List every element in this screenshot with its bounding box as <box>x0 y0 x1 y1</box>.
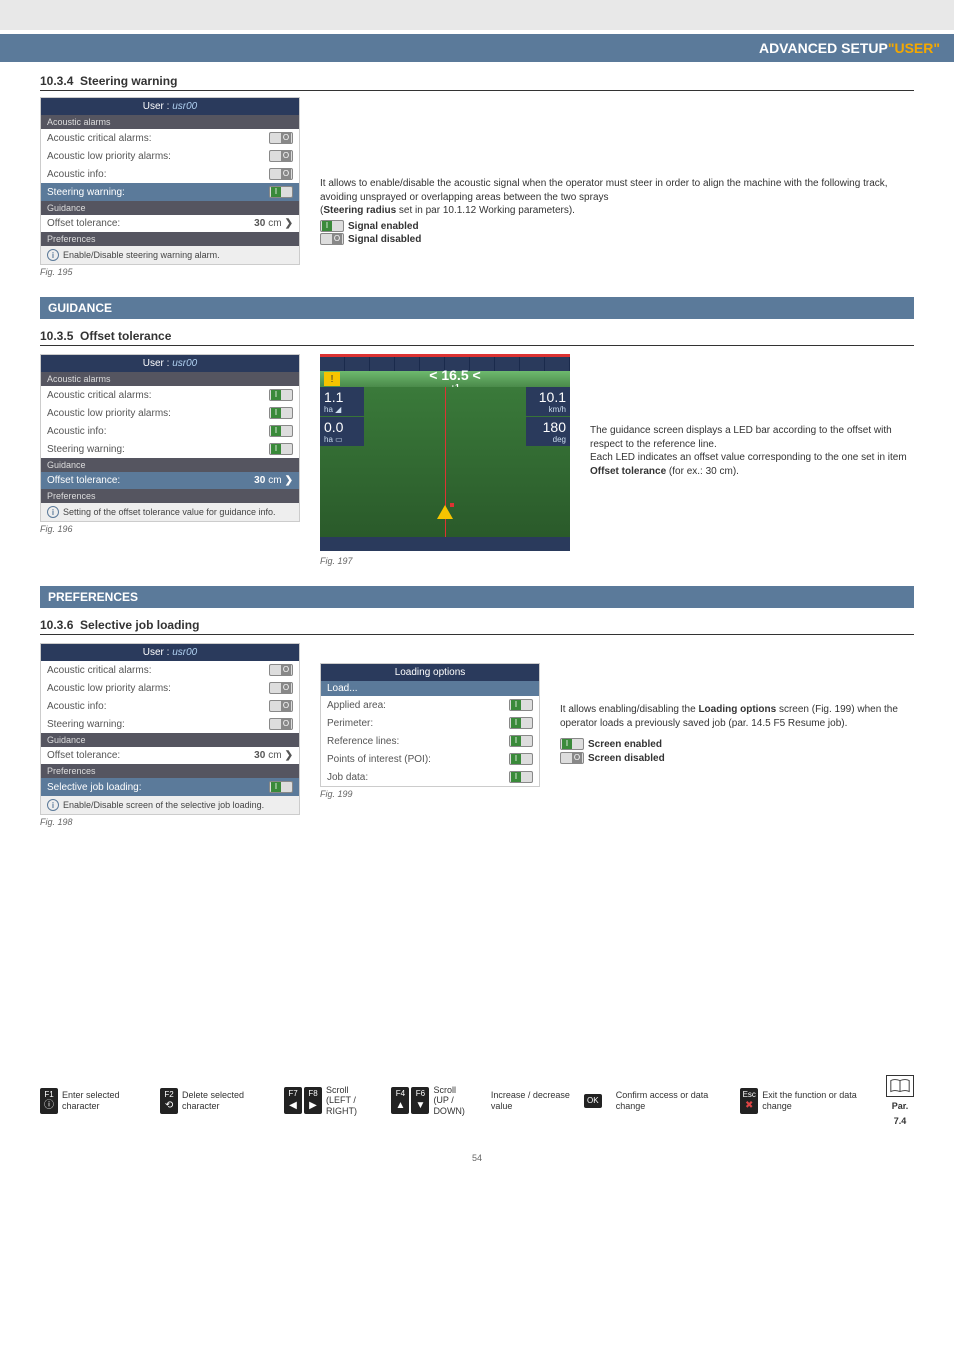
fig-195: Fig. 195 <box>40 267 300 277</box>
section-1034-title: 10.3.4 Steering warning <box>40 74 914 91</box>
header-user: "USER" <box>888 40 940 56</box>
text-1036: It allows enabling/disabling the Loading… <box>560 703 914 765</box>
key-f1: F1ⓘ Enter selected character <box>40 1088 146 1115</box>
toggle-icon <box>269 132 293 144</box>
tractor-icon <box>437 505 453 519</box>
fig-196: Fig. 196 <box>40 524 300 534</box>
page-number: 54 <box>0 1153 954 1163</box>
key-ok-confirm: Confirm access or data change <box>616 1090 726 1112</box>
guidance-band: GUIDANCE <box>40 297 914 319</box>
info-icon: ⓘ <box>44 1100 54 1112</box>
arrow-right-icon: ▶ <box>309 1100 317 1112</box>
arrow-up-icon: ▲ <box>395 1100 405 1112</box>
panel-1036: User : usr00 Acoustic critical alarms: A… <box>40 643 300 815</box>
section-1036-title: 10.3.6 Selective job loading <box>40 618 914 635</box>
footer-keys: F1ⓘ Enter selected character F2⟲ Delete … <box>0 1067 954 1147</box>
panel-1034: User : usr00 Acoustic alarms Acoustic cr… <box>40 97 300 265</box>
loading-options-panel: Loading options Load... Applied area: Pe… <box>320 663 540 787</box>
key-esc: Esc✖ Exit the function or data change <box>740 1088 872 1115</box>
par-ref: Par. 7.4 <box>886 1075 914 1127</box>
fig-197: Fig. 197 <box>320 556 570 566</box>
info-icon: i <box>47 249 59 261</box>
fig-199: Fig. 199 <box>320 789 540 799</box>
section-1035-title: 10.3.5 Offset tolerance <box>40 329 914 346</box>
preferences-band: PREFERENCES <box>40 586 914 608</box>
key-f2: F2⟲ Delete selected character <box>160 1088 270 1115</box>
book-icon <box>886 1075 914 1097</box>
key-f4-f6: F4▲ F6▼ Scroll (UP / DOWN) <box>391 1085 476 1117</box>
arrow-down-icon: ▼ <box>415 1100 425 1112</box>
reload-icon: ⟲ <box>165 1100 173 1112</box>
header-title: ADVANCED SETUP <box>759 40 888 56</box>
fig-198: Fig. 198 <box>40 817 300 827</box>
key-f7-f8: F7◀ F8▶ Scroll (LEFT / RIGHT) <box>284 1085 377 1117</box>
close-icon: ✖ <box>745 1100 753 1112</box>
warning-icon: ! <box>324 372 340 386</box>
panel-1035: User : usr00 Acoustic alarms Acoustic cr… <box>40 354 300 522</box>
text-1034: It allows to enable/disable the acoustic… <box>320 177 914 247</box>
guidance-screenshot: ! < 16.5 <+1 1.1ha ◢ 0.0ha ▭ 10.1km/h 18… <box>320 354 570 554</box>
page-header: ADVANCED SETUP "USER" <box>0 34 954 62</box>
key-ok-value: Increase / decrease value OK <box>491 1090 602 1112</box>
arrow-left-icon: ◀ <box>289 1100 297 1112</box>
text-1035: The guidance screen displays a LED bar a… <box>590 424 914 478</box>
